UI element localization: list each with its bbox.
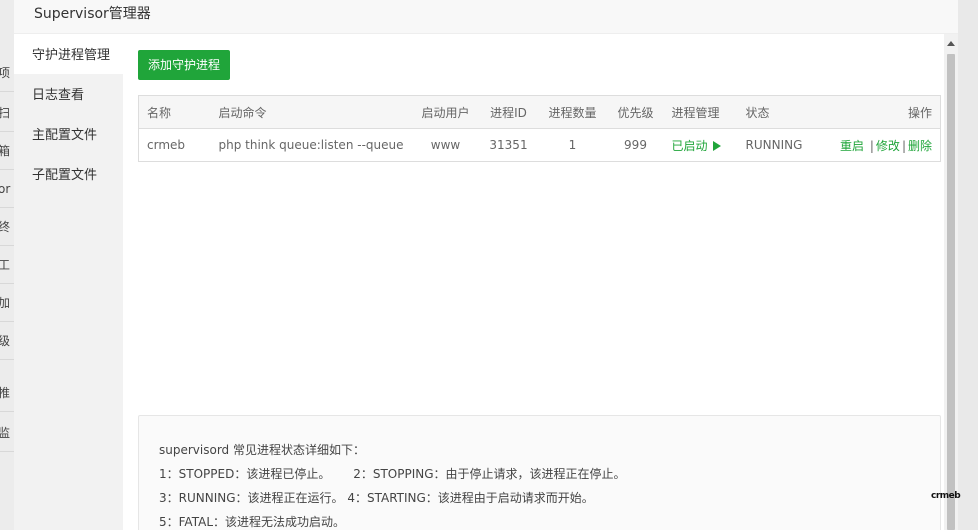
modal-body: 守护进程管理 日志查看 主配置文件 子配置文件 添加守护进程 名称 启动命令 启… (14, 34, 958, 530)
cell-ops: 重启 | 修改 | 删除 (818, 129, 941, 162)
process-started-toggle[interactable]: 已启动 (672, 139, 708, 153)
status-info-box: supervisord 常见进程状态详细如下： 1：STOPPED：该进程已停止… (138, 415, 941, 530)
info-line: 5：FATAL：该进程无法成功启动。 (159, 515, 346, 529)
column-header-priority: 优先级 (607, 95, 664, 129)
background-page-right (958, 0, 978, 530)
cell-user: www (430, 138, 461, 152)
background-text: 终 (0, 208, 14, 246)
cell-manage[interactable]: 已启动 (664, 129, 738, 162)
play-icon[interactable] (712, 140, 721, 151)
supervisor-modal: Supervisor管理器 守护进程管理 日志查看 主配置文件 子配置文件 添加… (14, 0, 958, 530)
delete-link[interactable]: 删除 (908, 139, 932, 153)
ops-separator: | (869, 138, 874, 153)
sidenav-item-process-management[interactable]: 守护进程管理 (14, 34, 123, 74)
restart-link[interactable]: 重启 (840, 139, 864, 153)
background-text: 箱 (0, 132, 14, 170)
column-header-status: 状态 (737, 95, 818, 129)
info-line: 1：STOPPED：该进程已停止。 2：STOPPING：由于停止请求，该进程正… (159, 467, 626, 481)
column-header-name: 名称 (138, 95, 211, 129)
table-header-row: 名称 启动命令 启动用户 进程ID 进程数量 优先级 进程管理 状态 操作 (138, 95, 941, 129)
cell-pid: 31351 (489, 138, 528, 152)
info-line: 3：RUNNING：该进程正在运行。 4：STARTING：该进程由于启动请求而… (159, 491, 594, 505)
sidenav-item-log-view[interactable]: 日志查看 (14, 74, 123, 114)
info-line: supervisord 常见进程状态详细如下： (159, 443, 365, 457)
background-text: 加 (0, 284, 14, 322)
sidenav-item-main-config[interactable]: 主配置文件 (14, 114, 123, 154)
column-header-command: 启动命令 (210, 95, 412, 129)
crmeb-logo: crmeb (931, 491, 961, 501)
sidenav-item-sub-config[interactable]: 子配置文件 (14, 154, 123, 194)
column-header-manage: 进程管理 (663, 95, 738, 129)
edit-link[interactable]: 修改 (876, 139, 900, 153)
background-text: 工 (0, 246, 14, 284)
modal-title: Supervisor管理器 (14, 0, 958, 34)
column-header-ops: 操作 (817, 95, 941, 129)
background-page-left: 项 扫 箱 or 终 工 加 级 推 监 (0, 0, 14, 530)
scroll-thumb[interactable] (947, 54, 955, 530)
cell-command: php think queue:listen --queue (218, 138, 404, 152)
background-text: or (0, 170, 14, 208)
ops-separator: | (901, 138, 906, 153)
cell-count: 1 (568, 138, 577, 152)
table-row: crmeb php think queue:listen --queue www… (139, 129, 941, 162)
column-header-user: 启动用户 (411, 95, 480, 129)
scroll-up-icon[interactable] (947, 41, 955, 46)
add-daemon-button[interactable]: 添加守护进程 (138, 50, 231, 80)
cell-name: crmeb (147, 138, 186, 152)
process-table: 名称 启动命令 启动用户 进程ID 进程数量 优先级 进程管理 状态 操作 cr… (138, 95, 941, 162)
background-text: 扫 (0, 94, 14, 132)
column-header-pid: 进程ID (479, 95, 538, 129)
modal-scrollbar[interactable] (944, 34, 958, 530)
background-text: 监 (0, 414, 14, 452)
main-content: 添加守护进程 名称 启动命令 启动用户 进程ID 进程数量 优先级 进程管理 状… (138, 34, 941, 530)
background-text: 项 (0, 54, 14, 92)
cell-status: RUNNING (745, 138, 803, 152)
background-text: 级 (0, 322, 14, 360)
column-header-count: 进程数量 (537, 95, 608, 129)
sidenav: 守护进程管理 日志查看 主配置文件 子配置文件 (14, 34, 123, 530)
cell-priority: 999 (624, 138, 647, 152)
background-text: 推 (0, 374, 14, 412)
